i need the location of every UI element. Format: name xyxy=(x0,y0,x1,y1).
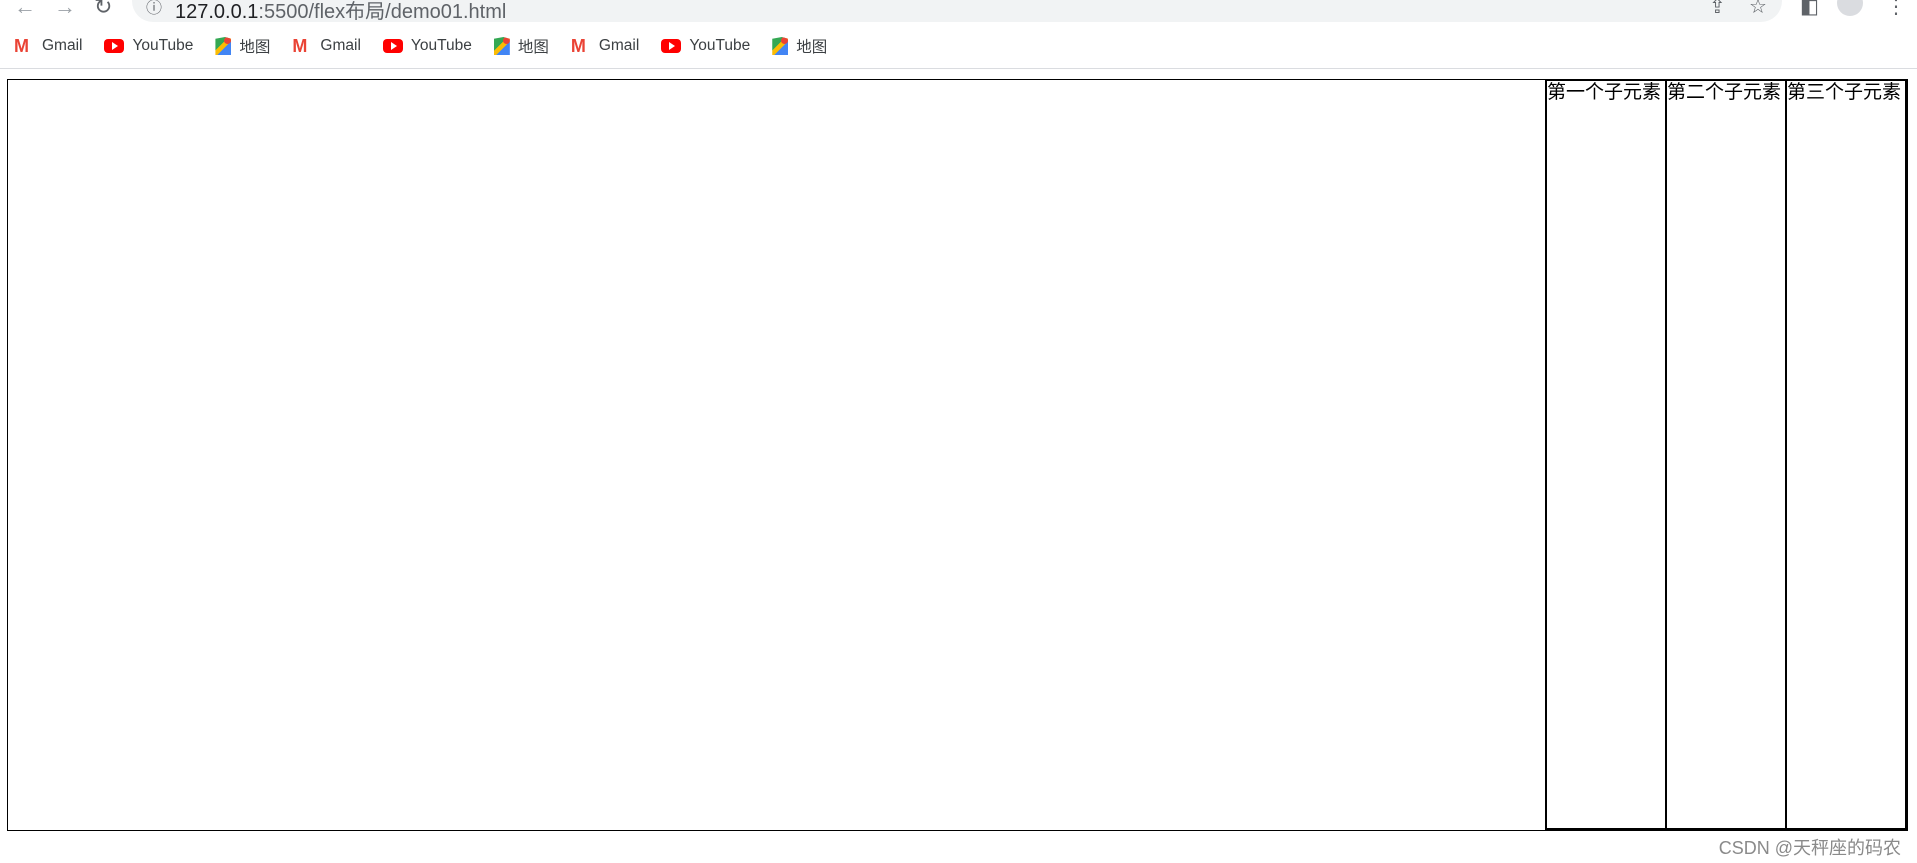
url-path: :5500/flex布局/demo01.html xyxy=(258,1,507,23)
bookmark-label: Gmail xyxy=(320,37,361,54)
gmail-icon: M xyxy=(292,36,308,56)
bookmark-label: 地图 xyxy=(239,39,271,56)
bookmark-youtube[interactable]: YouTube xyxy=(104,35,193,57)
maps-icon xyxy=(215,37,232,55)
bookmark-地图[interactable]: 地图 xyxy=(772,35,827,57)
youtube-icon xyxy=(382,39,403,53)
bookmark-gmail[interactable]: M Gmail xyxy=(14,35,82,57)
bookmark-gmail[interactable]: M Gmail xyxy=(571,35,639,57)
bookmark-gmail[interactable]: M Gmail xyxy=(292,35,360,57)
youtube-icon xyxy=(661,39,682,53)
bookmark-label: YouTube xyxy=(410,37,472,54)
url-text[interactable]: 127.0.0.1:5500/flex布局/demo01.html xyxy=(175,0,506,24)
flex-child-1: 第一个子元素 xyxy=(1545,80,1667,830)
bookmark-label: Gmail xyxy=(42,37,83,54)
maps-icon xyxy=(493,37,510,55)
bookmark-label: YouTube xyxy=(689,37,751,54)
flex-container: 第一个子元素 第二个子元素 第三个子元素 xyxy=(7,79,1908,831)
share-icon[interactable]: ⇪ xyxy=(1709,0,1726,19)
bookmark-地图[interactable]: 地图 xyxy=(215,35,270,57)
url-host: 127.0.0.1 xyxy=(175,1,259,23)
bookmark-label: Gmail xyxy=(598,37,640,54)
watermark: CSDN @天秤座的码农 xyxy=(1718,838,1901,858)
bookmark-youtube[interactable]: YouTube xyxy=(661,35,750,57)
forward-icon[interactable]: → xyxy=(54,0,76,20)
avatar[interactable] xyxy=(1837,0,1863,16)
maps-icon xyxy=(772,37,789,55)
bookmarks-bar: M Gmail YouTube 地图 M Gmail YouTube 地图 M Gmail YouT… xyxy=(14,35,827,57)
bookmark-label: YouTube xyxy=(132,37,194,54)
browser-toolbar: ← → ↻ ⓘ 127.0.0.1:5500/flex布局/demo01.htm… xyxy=(0,0,1917,69)
gmail-icon: M xyxy=(570,36,586,56)
bookmark-label: 地图 xyxy=(796,39,828,56)
menu-icon[interactable]: ⋮ xyxy=(1886,0,1906,19)
flex-child-2: 第二个子元素 xyxy=(1665,80,1787,830)
youtube-icon xyxy=(104,39,125,53)
flex-child-3: 第三个子元素 xyxy=(1785,80,1907,830)
gmail-icon: M xyxy=(14,36,29,56)
star-icon[interactable]: ☆ xyxy=(1749,0,1767,19)
info-icon[interactable]: ⓘ xyxy=(146,0,162,18)
reload-icon[interactable]: ↻ xyxy=(94,0,112,20)
side-panel-icon[interactable]: ◧ xyxy=(1800,0,1819,19)
bookmark-youtube[interactable]: YouTube xyxy=(382,35,472,57)
bookmark-label: 地图 xyxy=(517,39,549,56)
back-icon[interactable]: ← xyxy=(14,0,36,20)
bookmark-地图[interactable]: 地图 xyxy=(493,35,549,57)
